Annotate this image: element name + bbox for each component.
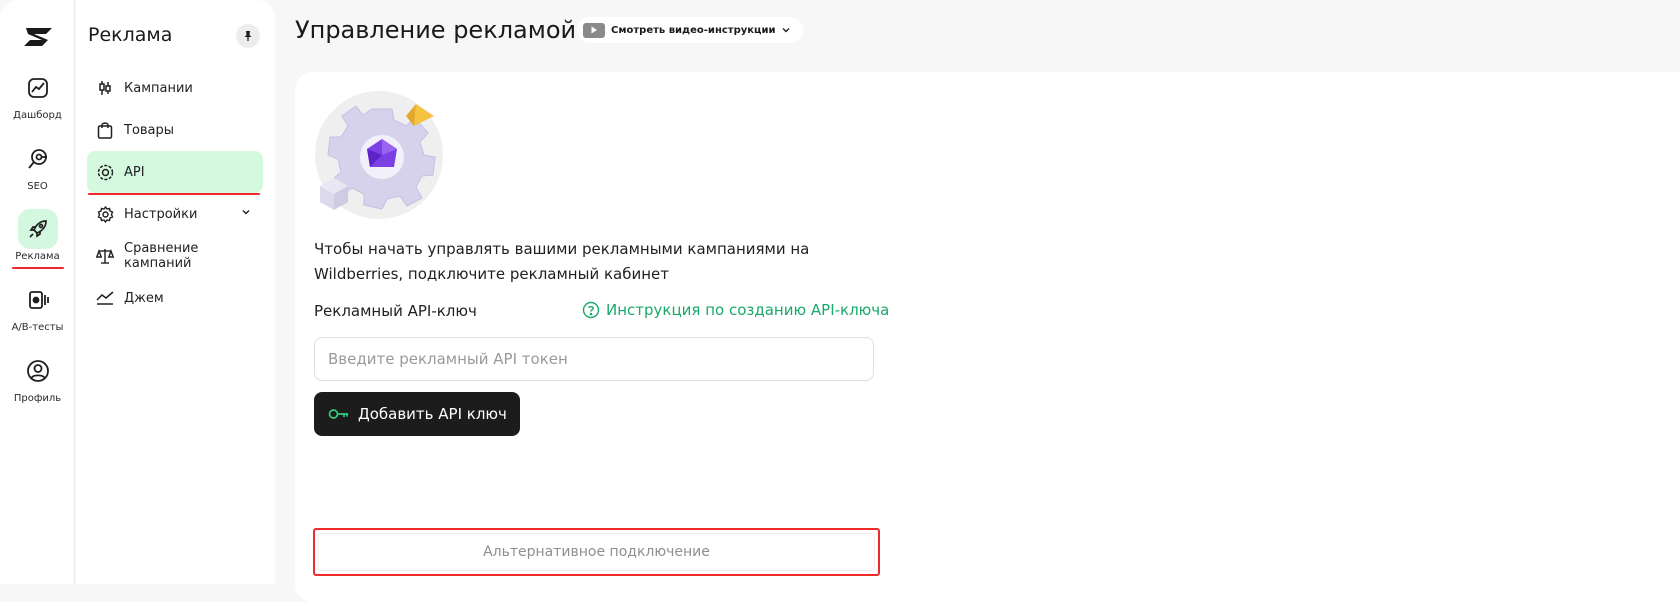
- highlight-underline: [12, 267, 64, 269]
- rail-item-seo[interactable]: SEO: [0, 139, 75, 192]
- rail-label: A/B-тесты: [11, 322, 64, 333]
- sidebar-item-settings[interactable]: Настройки: [87, 193, 263, 235]
- rail-label: Дашборд: [13, 110, 62, 121]
- sidebar-item-api[interactable]: API: [87, 151, 263, 193]
- app-rail: Дашборд SEO Реклама A/B-тесты Профиль: [0, 0, 75, 584]
- api-key-label: Рекламный API-ключ: [314, 302, 477, 320]
- connect-description: Чтобы начать управлять вашими рекламными…: [314, 240, 810, 283]
- shopping-bag-icon: [96, 121, 114, 139]
- key-icon: [328, 409, 348, 419]
- video-instructions-button[interactable]: Смотреть видео-инструкции: [577, 17, 804, 43]
- rail-item-profile[interactable]: Профиль: [0, 351, 75, 404]
- dashboard-chart-icon: [18, 68, 58, 108]
- sidebar-item-products[interactable]: Товары: [87, 109, 263, 151]
- section-sidebar: Реклама Кампании Товары API Настройки Ср…: [76, 0, 275, 584]
- instruction-link-text: Инструкция по созданию API-ключа: [606, 301, 890, 319]
- alternative-connection-button[interactable]: Альтернативное подключение: [318, 533, 875, 571]
- sidebar-item-label: Джем: [124, 290, 164, 306]
- sidebar-title: Реклама: [88, 24, 173, 46]
- api-icon: [96, 163, 114, 181]
- chevron-down-icon: [782, 28, 790, 33]
- rail-item-ads[interactable]: Реклама: [0, 209, 75, 262]
- sidebar-item-campaigns[interactable]: Кампании: [87, 67, 263, 109]
- pin-button[interactable]: [236, 24, 260, 48]
- gear-illustration-icon: [315, 91, 443, 219]
- pin-icon: [244, 31, 252, 41]
- ab-test-icon: [18, 280, 58, 320]
- api-token-input[interactable]: [314, 337, 874, 381]
- sidebar-item-jam[interactable]: Джем: [87, 277, 263, 319]
- rocket-icon: [17, 209, 58, 249]
- play-video-icon: [583, 22, 605, 38]
- rail-label: Профиль: [13, 393, 62, 404]
- sidebar-item-label: API: [124, 164, 145, 180]
- video-button-label: Смотреть видео-инструкции: [611, 24, 776, 36]
- logo-icon[interactable]: [22, 26, 54, 48]
- candlestick-icon: [96, 79, 114, 97]
- sidebar-item-label: Сравнение кампаний: [124, 241, 199, 271]
- main-card: Чтобы начать управлять вашими рекламными…: [295, 72, 1680, 602]
- sidebar-item-label: Товары: [124, 122, 175, 138]
- chevron-down-icon: [242, 210, 250, 215]
- sidebar-item-label: Кампании: [124, 80, 193, 96]
- page-title: Управление рекламой: [295, 16, 577, 44]
- rail-label: SEO: [27, 181, 48, 192]
- sidebar-item-label: Настройки: [124, 206, 198, 222]
- rail-label: Реклама: [15, 251, 60, 262]
- trend-line-icon: [96, 289, 114, 307]
- rail-item-ab-tests[interactable]: A/B-тесты: [0, 280, 75, 333]
- seo-search-icon: [18, 139, 58, 179]
- add-api-key-button[interactable]: Добавить API ключ: [314, 392, 520, 436]
- profile-icon: [18, 351, 58, 391]
- api-key-instruction-link[interactable]: Инструкция по созданию API-ключа: [582, 301, 889, 319]
- scales-icon: [96, 247, 114, 265]
- alternative-connection-highlight: Альтернативное подключение: [313, 528, 880, 576]
- gear-icon: [96, 205, 114, 223]
- help-circle-icon: [582, 301, 600, 319]
- add-button-label: Добавить API ключ: [358, 405, 507, 423]
- rail-item-dashboard[interactable]: Дашборд: [0, 68, 75, 121]
- sidebar-item-compare[interactable]: Сравнение кампаний: [87, 235, 263, 277]
